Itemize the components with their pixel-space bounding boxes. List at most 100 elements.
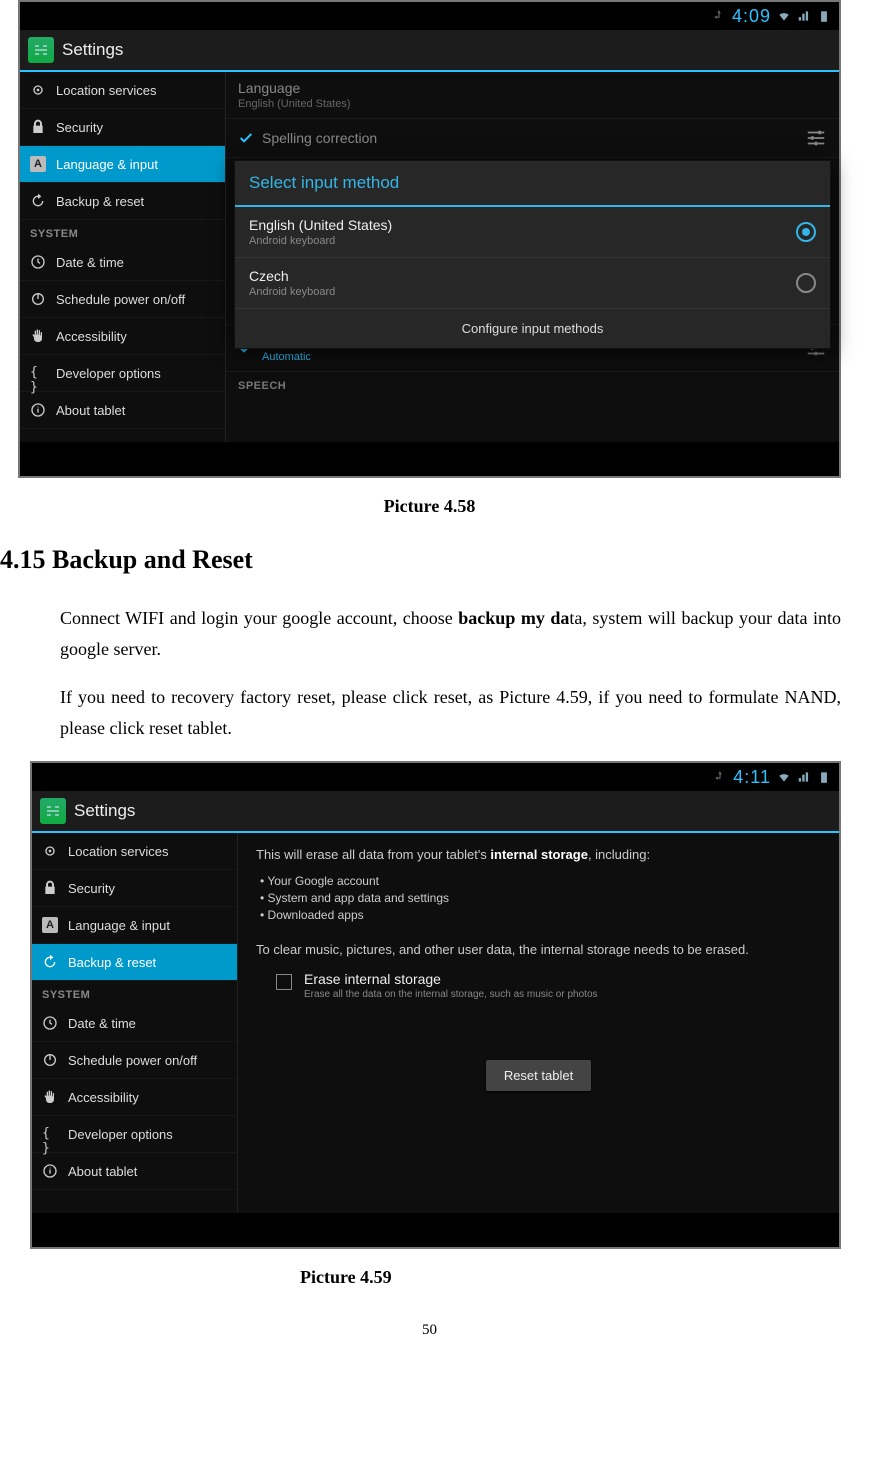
battery-icon	[817, 9, 831, 23]
lock-icon	[30, 119, 46, 135]
sidebar-item-security[interactable]: Security	[20, 109, 225, 146]
sidebar-item-schedule[interactable]: Schedule power on/off	[32, 1042, 237, 1079]
sidebar-item-language[interactable]: A Language & input	[20, 146, 225, 183]
paragraph: Connect WIFI and login your google accou…	[60, 603, 841, 664]
checkbox-unchecked[interactable]	[276, 974, 292, 990]
screenshot-language-input: 4:09 Settings Location services Security…	[18, 0, 841, 478]
configure-ime-button[interactable]: Configure input methods	[235, 309, 830, 348]
clock-icon	[42, 1015, 58, 1031]
window-header: Settings	[32, 791, 839, 833]
text: , including:	[588, 847, 650, 862]
tune-icon[interactable]	[805, 127, 827, 149]
sidebar-item-label: About tablet	[68, 1164, 137, 1179]
list-item: Your Google account	[260, 874, 821, 888]
letter-a-icon: A	[42, 917, 58, 933]
erase-subtitle: Erase all the data on the internal stora…	[304, 989, 598, 1000]
power-icon	[42, 1052, 58, 1068]
row-subtitle: English (United States)	[238, 98, 351, 110]
sidebar-item-location[interactable]: Location services	[32, 833, 237, 870]
page-number: 50	[0, 1322, 859, 1339]
window-title: Settings	[62, 40, 123, 60]
sidebar-item-backup[interactable]: Backup & reset	[20, 183, 225, 220]
clock: 4:09	[732, 6, 771, 27]
list-item: System and app data and settings	[260, 891, 821, 905]
sidebar-item-about[interactable]: About tablet	[20, 392, 225, 429]
settings-sidebar: Location services Security A Language & …	[32, 833, 238, 1213]
radio-selected[interactable]	[796, 222, 816, 242]
sidebar-item-location[interactable]: Location services	[20, 72, 225, 109]
sidebar-category: SYSTEM	[32, 981, 237, 1005]
bold-text: internal storage	[490, 847, 588, 862]
screenshot-backup-reset: 4:11 Settings Location services Security…	[30, 761, 841, 1249]
sidebar-item-backup[interactable]: Backup & reset	[32, 944, 237, 981]
braces-icon: { }	[42, 1126, 58, 1142]
ime-option-english[interactable]: English (United States) Android keyboard	[235, 207, 830, 258]
sidebar-item-datetime[interactable]: Date & time	[32, 1005, 237, 1042]
check-icon	[238, 130, 254, 146]
sidebar-item-schedule[interactable]: Schedule power on/off	[20, 281, 225, 318]
window-header: Settings	[20, 30, 839, 72]
sidebar-item-developer[interactable]: { } Developer options	[32, 1116, 237, 1153]
bold-text: backup my da	[458, 608, 569, 628]
ime-option-czech[interactable]: Czech Android keyboard	[235, 258, 830, 309]
lock-icon	[42, 880, 58, 896]
sidebar-item-accessibility[interactable]: Accessibility	[32, 1079, 237, 1116]
option-subtitle: Android keyboard	[249, 286, 335, 298]
status-bar: 4:11	[32, 763, 839, 791]
content-pane: Language English (United States) Spellin…	[226, 72, 839, 442]
sidebar-item-label: Language & input	[68, 918, 170, 933]
sidebar-item-datetime[interactable]: Date & time	[20, 244, 225, 281]
info-icon	[30, 402, 46, 418]
row-subtitle: Automatic	[262, 351, 385, 363]
sidebar-item-about[interactable]: About tablet	[32, 1153, 237, 1190]
signal-icon	[797, 9, 811, 23]
status-bar: 4:09	[20, 2, 839, 30]
erase-storage-row[interactable]: Erase internal storage Erase all the dat…	[256, 971, 821, 1000]
figure-caption: Picture 4.59	[0, 1267, 859, 1288]
sidebar-item-accessibility[interactable]: Accessibility	[20, 318, 225, 355]
signal-icon	[797, 770, 811, 784]
language-row[interactable]: Language English (United States)	[226, 72, 839, 119]
sidebar-item-label: Location services	[56, 83, 156, 98]
power-icon	[30, 291, 46, 307]
sidebar-item-label: Schedule power on/off	[68, 1053, 197, 1068]
sidebar-item-label: Date & time	[68, 1016, 136, 1031]
target-icon	[30, 82, 46, 98]
sidebar-item-security[interactable]: Security	[32, 870, 237, 907]
window-title: Settings	[74, 801, 135, 821]
text: This will erase all data from your table…	[256, 847, 490, 862]
reset-intro: This will erase all data from your table…	[256, 847, 821, 862]
row-title: Spelling correction	[262, 130, 377, 146]
clock: 4:11	[733, 767, 771, 788]
reset-bullet-list: Your Google account System and app data …	[256, 874, 821, 922]
braces-icon: { }	[30, 365, 46, 381]
figure-caption: Picture 4.58	[0, 496, 859, 517]
sidebar-item-label: Developer options	[68, 1127, 173, 1142]
settings-app-icon	[40, 798, 66, 824]
hand-icon	[42, 1089, 58, 1105]
sidebar-item-label: Backup & reset	[68, 955, 156, 970]
option-title: English (United States)	[249, 217, 392, 233]
letter-a-icon: A	[30, 156, 46, 172]
sidebar-item-developer[interactable]: { } Developer options	[20, 355, 225, 392]
settings-app-icon	[28, 37, 54, 63]
sidebar-item-label: About tablet	[56, 403, 125, 418]
sidebar-category: SYSTEM	[20, 220, 225, 244]
restore-icon	[30, 193, 46, 209]
sidebar-item-label: Language & input	[56, 157, 158, 172]
battery-icon	[817, 770, 831, 784]
usb-icon	[713, 770, 727, 784]
sidebar-item-label: Schedule power on/off	[56, 292, 185, 307]
option-title: Czech	[249, 268, 335, 284]
wifi-icon	[777, 9, 791, 23]
sidebar-item-label: Developer options	[56, 366, 161, 381]
radio-unselected[interactable]	[796, 273, 816, 293]
target-icon	[42, 843, 58, 859]
reset-tablet-button[interactable]: Reset tablet	[486, 1060, 591, 1091]
input-method-dialog: Select input method English (United Stat…	[234, 160, 831, 349]
sidebar-item-label: Location services	[68, 844, 168, 859]
sidebar-item-label: Date & time	[56, 255, 124, 270]
sidebar-item-label: Backup & reset	[56, 194, 144, 209]
sidebar-item-language[interactable]: A Language & input	[32, 907, 237, 944]
spelling-row[interactable]: Spelling correction	[226, 119, 839, 158]
